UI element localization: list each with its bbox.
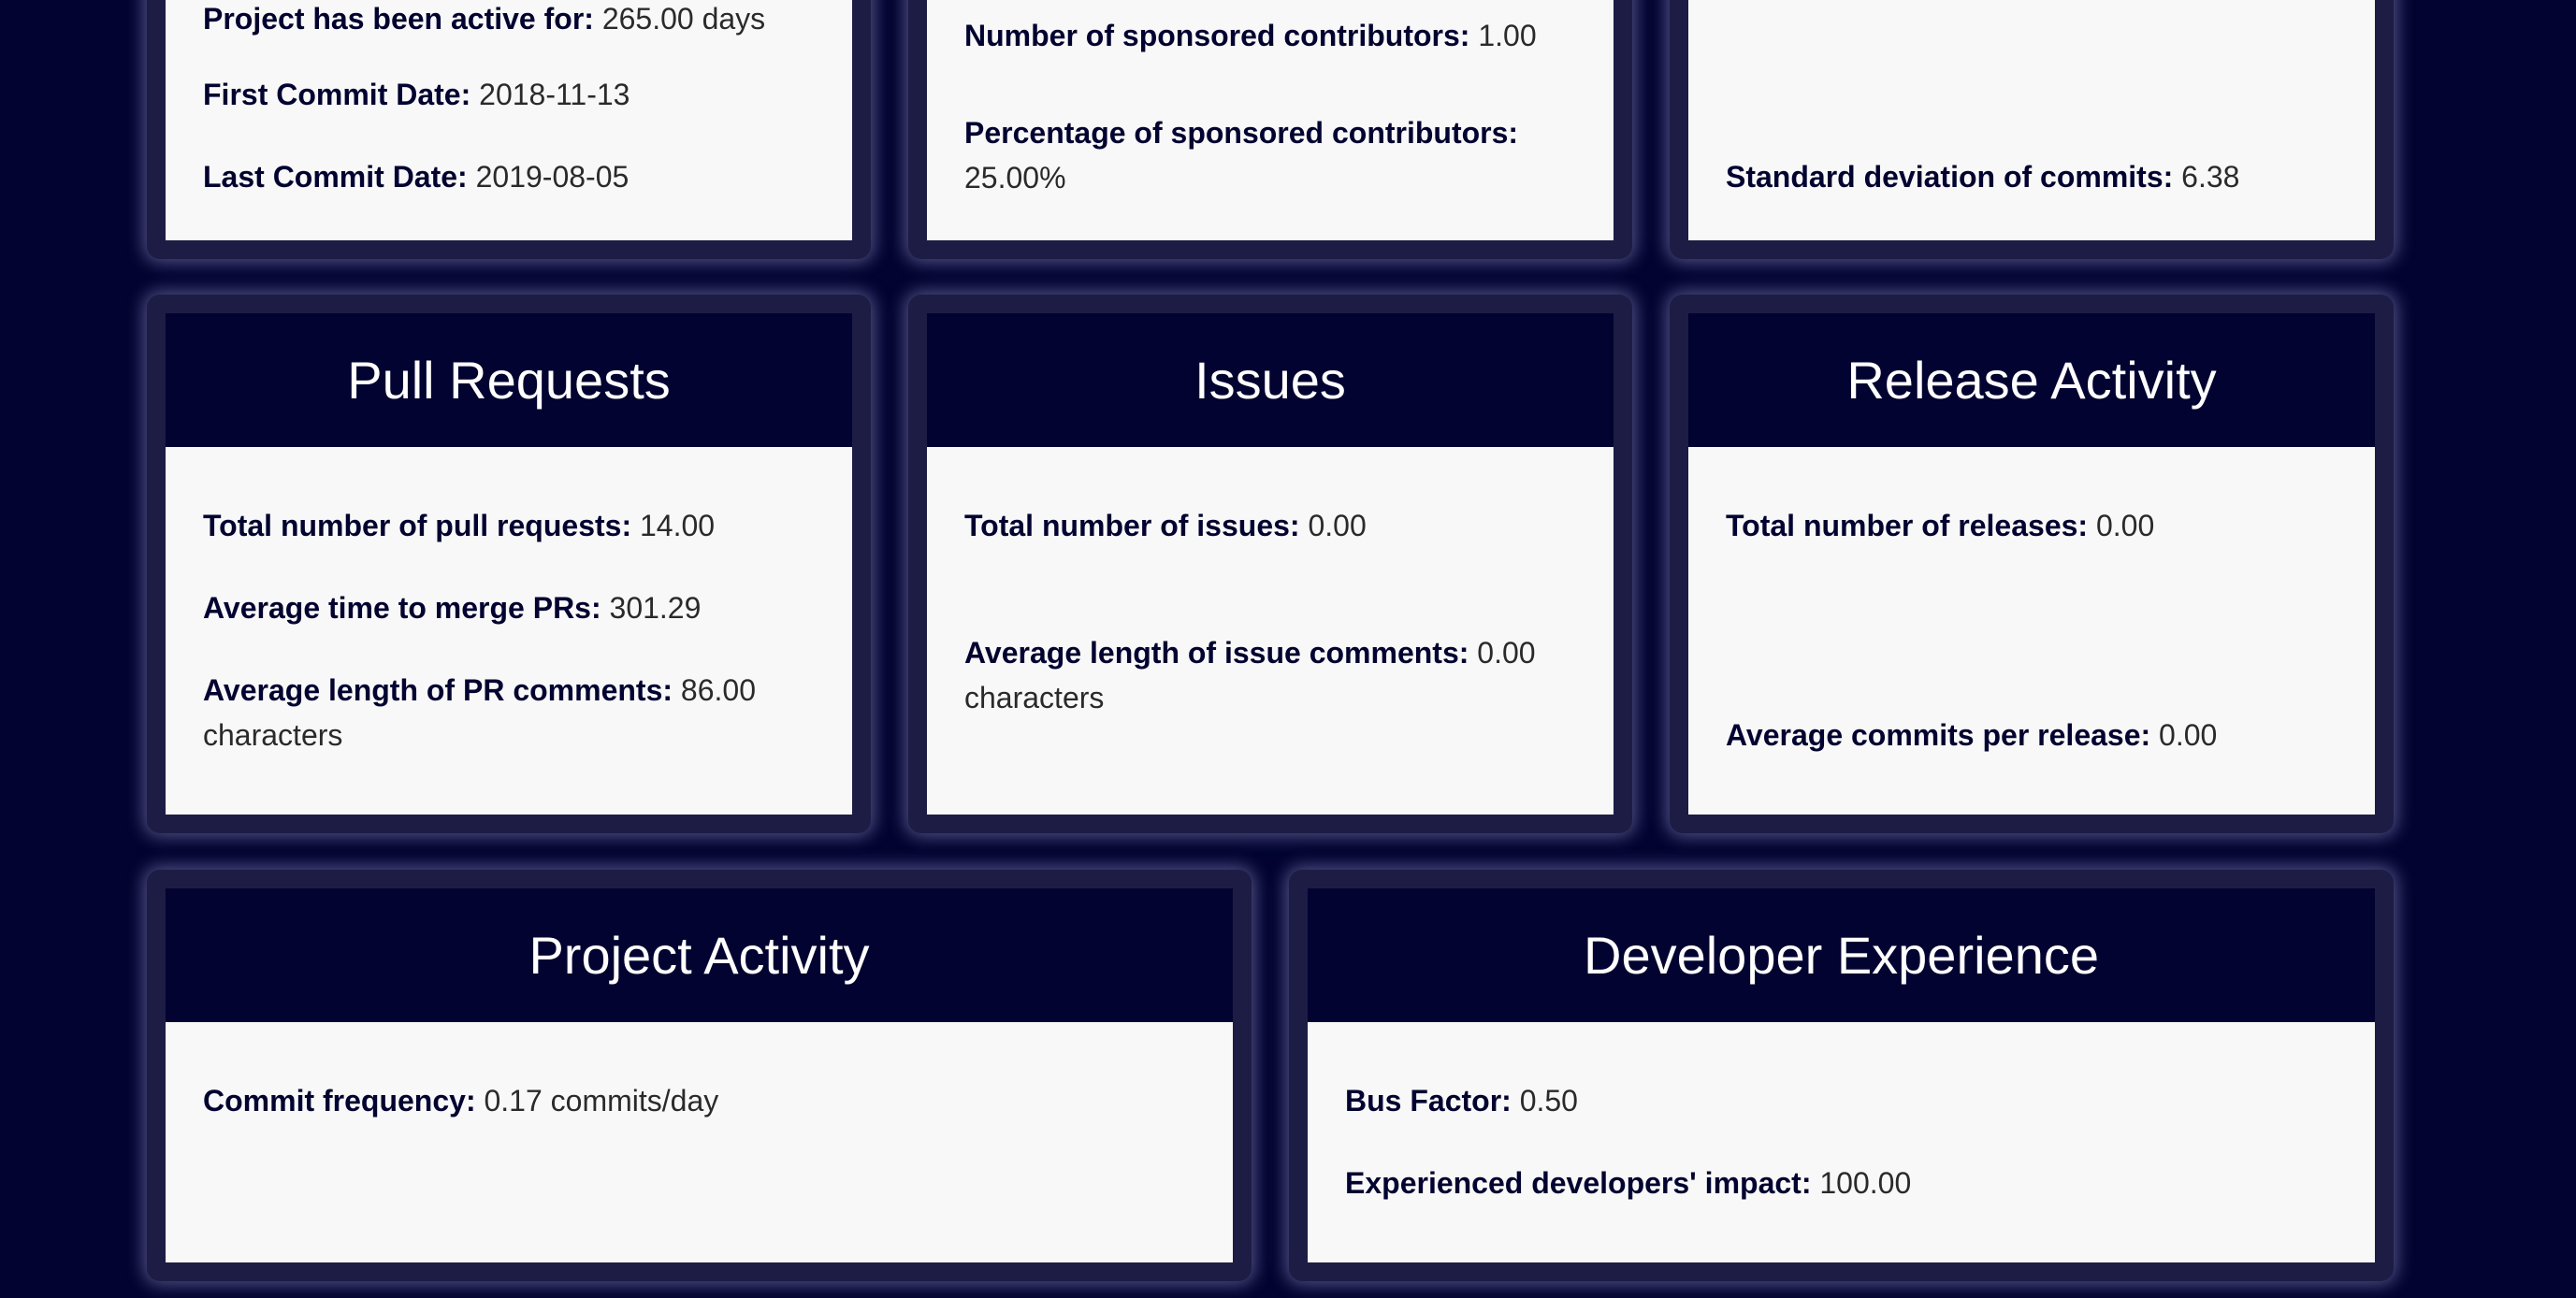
project-activity-card-header: Project Activity: [166, 888, 1233, 1022]
sponsorship-card: Number of sponsored contributors: 1.00 P…: [908, 0, 1632, 259]
release-activity-card: Release Activity Total number of release…: [1670, 295, 2394, 833]
average-merge-time-stat: Average time to merge PRs: 301.29: [203, 591, 702, 625]
total-pull-requests-stat: Total number of pull requests: 14.00: [203, 509, 716, 542]
pull-requests-card: Pull Requests Total number of pull reque…: [147, 295, 871, 833]
release-activity-card-header: Release Activity: [1688, 313, 2375, 447]
project-active-duration-stat: Project has been active for: 265.00 days: [203, 2, 766, 36]
project-age-card-body: Project has been active for: 265.00 days…: [166, 0, 852, 240]
pull-requests-title: Pull Requests: [347, 351, 671, 410]
sponsored-contributors-percentage-stat: Percentage of sponsored contributors: 25…: [964, 116, 1519, 195]
pull-requests-card-header: Pull Requests: [166, 313, 852, 447]
commit-frequency-stat: Commit frequency: 0.17 commits/day: [203, 1084, 719, 1118]
pull-requests-card-body: Total number of pull requests: 14.00 Ave…: [166, 447, 852, 815]
sponsorship-card-body: Number of sponsored contributors: 1.00 P…: [927, 0, 1614, 240]
total-issues-stat: Total number of issues: 0.00: [964, 509, 1367, 542]
bus-factor-stat: Bus Factor: 0.50: [1345, 1084, 1578, 1118]
developer-experience-title: Developer Experience: [1584, 926, 2099, 985]
average-commits-per-release-stat: Average commits per release: 0.00: [1726, 718, 2218, 752]
sponsored-contributors-count-stat: Number of sponsored contributors: 1.00: [964, 19, 1537, 52]
issues-card-header: Issues: [927, 313, 1614, 447]
issues-card-body: Total number of issues: 0.00 Average len…: [927, 447, 1614, 815]
project-activity-title: Project Activity: [528, 926, 870, 985]
average-issue-comment-length-stat: Average length of issue comments: 0.00 c…: [964, 636, 1536, 714]
total-releases-stat: Total number of releases: 0.00: [1726, 509, 2155, 542]
developer-experience-card: Developer Experience Bus Factor: 0.50 Ex…: [1289, 870, 2394, 1281]
issues-title: Issues: [1194, 351, 1346, 410]
project-age-card: Project has been active for: 265.00 days…: [147, 0, 871, 259]
commit-statistics-card-body: Standard deviation of commits: 6.38: [1688, 0, 2375, 240]
developer-experience-card-header: Developer Experience: [1308, 888, 2375, 1022]
first-commit-date-stat: First Commit Date: 2018-11-13: [203, 78, 630, 111]
experienced-developers-impact-stat: Experienced developers' impact: 100.00: [1345, 1166, 1912, 1200]
last-commit-date-stat: Last Commit Date: 2019-08-05: [203, 160, 630, 194]
average-pr-comment-length-stat: Average length of PR comments: 86.00 cha…: [203, 673, 756, 752]
issues-card: Issues Total number of issues: 0.00 Aver…: [908, 295, 1632, 833]
release-activity-title: Release Activity: [1846, 351, 2217, 410]
project-activity-card-body: Commit frequency: 0.17 commits/day: [166, 1022, 1233, 1262]
commit-statistics-card: Standard deviation of commits: 6.38: [1670, 0, 2394, 259]
release-activity-card-body: Total number of releases: 0.00 Average c…: [1688, 447, 2375, 815]
project-activity-card: Project Activity Commit frequency: 0.17 …: [147, 870, 1252, 1281]
developer-experience-card-body: Bus Factor: 0.50 Experienced developers'…: [1308, 1022, 2375, 1262]
commit-std-deviation-stat: Standard deviation of commits: 6.38: [1726, 160, 2240, 194]
